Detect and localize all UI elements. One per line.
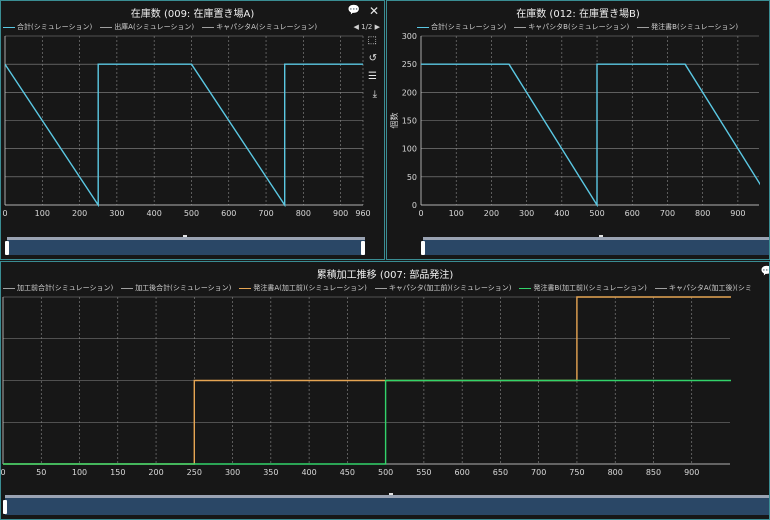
zoom-grip[interactable] bbox=[389, 493, 393, 495]
x-tick-label: 300 bbox=[109, 209, 124, 218]
x-tick-label: 0 bbox=[1, 468, 6, 477]
plot-area-b[interactable]: 0 50 100 150 200 250 300 0 100 200 300 400 500 600 700… bbox=[387, 1, 770, 260]
y-tick-label: 300 bbox=[402, 32, 417, 41]
zoom-slider-a[interactable] bbox=[7, 237, 365, 255]
zoom-grip[interactable] bbox=[183, 235, 187, 237]
x-tick-label: 700 bbox=[660, 209, 675, 218]
x-tick-label: 0 bbox=[418, 209, 423, 218]
x-tick-label: 200 bbox=[148, 468, 163, 477]
x-tick-label: 300 bbox=[519, 209, 534, 218]
x-tick-label: 600 bbox=[455, 468, 470, 477]
x-tick-label: 400 bbox=[147, 209, 162, 218]
plot-area-c[interactable]: 0 50 100 150 200 250 300 350 400 450 500 550 600 650 7… bbox=[1, 262, 770, 520]
x-tick-label: 600 bbox=[221, 209, 236, 218]
zoom-reset-icon[interactable]: ↺ bbox=[369, 53, 377, 64]
x-tick-label: 600 bbox=[625, 209, 640, 218]
chart-panel-b: 在庫数 (012: 在庫置き場B) 合計(シミュレーション) キャパシタB(シミュ… bbox=[386, 0, 770, 260]
x-tick-label: 200 bbox=[484, 209, 499, 218]
y-tick-label: 100 bbox=[402, 145, 417, 154]
x-tick-label: 800 bbox=[695, 209, 710, 218]
x-tick-label: 400 bbox=[554, 209, 569, 218]
y-tick-label: 150 bbox=[402, 117, 417, 126]
x-tick-label: 500 bbox=[184, 209, 199, 218]
zoom-slider-c[interactable] bbox=[5, 495, 769, 515]
zoom-grip[interactable] bbox=[599, 235, 603, 237]
x-tick-label: 550 bbox=[416, 468, 431, 477]
data-view-icon[interactable]: ☰ bbox=[368, 71, 377, 82]
y-tick-label: 50 bbox=[407, 173, 417, 182]
x-tick-label: 300 bbox=[225, 468, 240, 477]
x-tick-label: 100 bbox=[449, 209, 464, 218]
y-tick-label: 250 bbox=[402, 60, 417, 69]
x-tick-label: 650 bbox=[493, 468, 508, 477]
chart-panel-a: 在庫数 (009: 在庫置き場A) 合計(シミュレーション) 出庫A(シミュレーシ… bbox=[0, 0, 385, 260]
x-tick-label: 500 bbox=[378, 468, 393, 477]
x-tick-label: 100 bbox=[35, 209, 50, 218]
x-tick-label: 700 bbox=[531, 468, 546, 477]
series-line bbox=[421, 63, 760, 207]
x-tick-label: 850 bbox=[646, 468, 661, 477]
chart-panel-c: 累積加工推移 (007: 部品発注) 💬 加工前合計(シミュレーション)加工後合… bbox=[0, 261, 770, 520]
series-line bbox=[5, 63, 363, 207]
x-tick-label: 100 bbox=[72, 468, 87, 477]
x-tick-label: 0 bbox=[2, 209, 7, 218]
x-tick-label: 900 bbox=[730, 209, 745, 218]
x-tick-label: 50 bbox=[36, 468, 46, 477]
x-tick-label: 750 bbox=[569, 468, 584, 477]
x-tick-label: 960 bbox=[355, 209, 370, 218]
x-tick-label: 800 bbox=[296, 209, 311, 218]
plot-area-a[interactable]: 0 100 200 300 400 500 600 700 800 900 960 bbox=[1, 1, 385, 260]
x-tick-label: 400 bbox=[301, 468, 316, 477]
x-tick-label: 250 bbox=[187, 468, 202, 477]
y-tick-label: 0 bbox=[412, 201, 417, 210]
x-tick-label: 500 bbox=[589, 209, 604, 218]
zoom-handle-left[interactable] bbox=[5, 241, 9, 255]
y-axis-label: 個数 bbox=[389, 113, 399, 129]
x-tick-label: 900 bbox=[684, 468, 699, 477]
zoom-handle-right[interactable] bbox=[361, 241, 365, 255]
x-tick-label: 150 bbox=[110, 468, 125, 477]
x-tick-label: 200 bbox=[72, 209, 87, 218]
download-icon[interactable]: ⤓ bbox=[373, 89, 377, 100]
x-tick-label: 450 bbox=[340, 468, 355, 477]
zoom-area-icon[interactable]: ⬚ bbox=[368, 35, 377, 46]
y-tick-label: 200 bbox=[402, 88, 417, 97]
x-tick-label: 900 bbox=[333, 209, 348, 218]
zoom-handle-left[interactable] bbox=[421, 241, 425, 255]
x-tick-label: 800 bbox=[608, 468, 623, 477]
zoom-handle-left[interactable] bbox=[3, 500, 7, 514]
x-tick-label: 350 bbox=[263, 468, 278, 477]
zoom-slider-b[interactable] bbox=[423, 237, 769, 255]
x-tick-label: 700 bbox=[258, 209, 273, 218]
